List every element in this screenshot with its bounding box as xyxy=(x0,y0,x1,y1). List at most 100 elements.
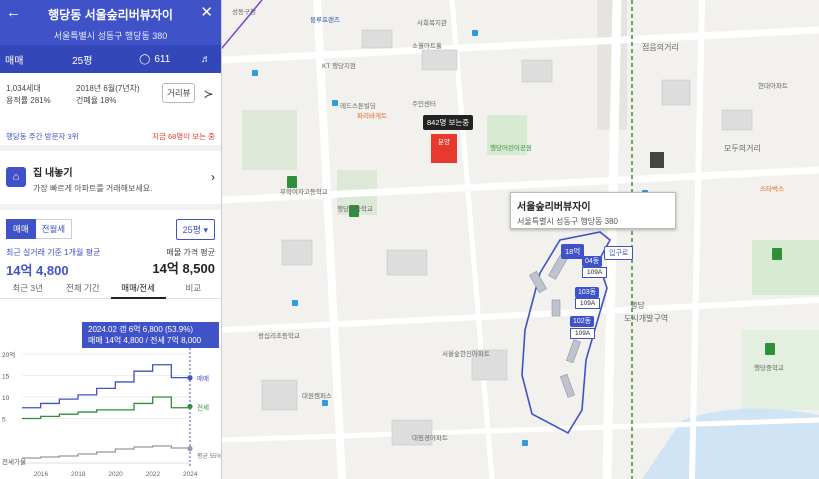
tab-sale[interactable]: 매매 xyxy=(6,219,36,239)
apartment-callout[interactable]: 서울숲리버뷰자이 서울특별시 성동구 행당동 380 xyxy=(510,192,676,229)
apartment-address: 서울특별시 성동구 행당동 380 xyxy=(53,31,168,41)
promo-title: 집 내놓기 xyxy=(33,168,73,179)
price-marker[interactable]: 18억 xyxy=(561,244,585,259)
map-label-hall: 소월아트홀 xyxy=(412,43,442,50)
map-label-starbucks: 스타벅스 xyxy=(760,186,784,193)
tooltip-line1: 2024.02 갭 6억 6,800 (53.9%) xyxy=(88,325,194,334)
tab-recent-3y[interactable]: 최근 3년 xyxy=(0,277,55,299)
ask-price-label: 매물 가격 평균 xyxy=(166,248,215,257)
entrance-button[interactable]: 입구로 xyxy=(604,246,634,260)
map-label-haengdang-school: 행당초등학교 xyxy=(337,206,373,213)
map-canvas[interactable] xyxy=(222,0,819,479)
households: 1,034세대 xyxy=(6,84,41,93)
share-icon[interactable]: ≻ xyxy=(203,87,213,123)
series-line-3 xyxy=(22,445,191,459)
x-tick-label: 2022 xyxy=(146,471,161,478)
map-label-seongdong-station: 성동구청 xyxy=(232,9,256,16)
chat-bubble-icon: ◯ xyxy=(139,53,151,65)
viewers-now[interactable]: 지금 68명이 보는 중 xyxy=(152,131,215,141)
ratio-average-label: 평균 55% xyxy=(197,452,222,460)
price-summary: 최근 실거래 기준 1개월 평균 14억 4,800 매물 가격 평균 14억 … xyxy=(0,241,221,278)
map-view[interactable]: 성동구청 블루프랜즈 사회복지관 KT 행당지점 소월아트홀 주민센터 레드스톤… xyxy=(222,0,819,479)
map-label-district: 도시개발구역 xyxy=(624,314,669,323)
price-chart[interactable]: 20억15105전세가율평균 55%2016 2018 2020 2022 2024매매… xyxy=(0,348,222,479)
coverage-ratio: 건폐율 18% xyxy=(76,96,117,105)
tooltip-line2: 매매 14억 4,800 / 전세 7억 8,000 xyxy=(88,336,202,345)
y-tick-label: 10 xyxy=(2,395,10,402)
building-type-103: 109A xyxy=(575,298,601,309)
area-select[interactable]: 25평 xyxy=(46,52,119,67)
road-view-button[interactable]: 거리뷰 xyxy=(162,83,196,103)
ask-price-value: 14억 8,500 xyxy=(152,261,215,276)
apartment-title: 행당동 서울숲리버뷰자이 xyxy=(48,8,173,22)
chat-count: 611 xyxy=(154,53,171,65)
map-label-welfare: 사회복지관 xyxy=(417,20,447,27)
series-line-1 xyxy=(22,364,191,409)
y-tick-label: 15 xyxy=(2,374,10,381)
y-tick-label: 20억 xyxy=(2,351,15,359)
y-tick-label: 5 xyxy=(2,417,6,424)
period-tabs: 최근 3년 전체 기간 매매/전세 비교 xyxy=(0,277,221,299)
building-type-102: 109A xyxy=(570,328,596,339)
map-label-haengdang: 행당 xyxy=(630,301,645,310)
presale-pin-label: 분양 xyxy=(438,139,450,146)
trade-tabs: 매매 전월세 25평 ▾ xyxy=(0,210,221,241)
area-dropdown-label: 25평 xyxy=(182,224,201,235)
sell-home-banner[interactable]: ⌂ 집 내놓기 가장 빠르게 아파트를 거래해보세요. › xyxy=(0,151,221,210)
map-label-muhak: 무학여자고등학교 xyxy=(280,189,328,196)
series-point-1 xyxy=(187,375,193,381)
map-label-daewon: 대원캠퍼스 xyxy=(302,393,332,400)
caret-down-icon: ▾ xyxy=(203,224,208,235)
tab-jeonse[interactable]: 전월세 xyxy=(35,219,73,239)
tab-compare[interactable]: 비교 xyxy=(166,277,221,299)
bell-icon[interactable]: ♬ xyxy=(191,54,221,65)
weekly-rank: 행당동 주간 방문자 3위 xyxy=(6,132,79,141)
tab-all-period[interactable]: 전체 기간 xyxy=(55,277,110,299)
area-dropdown[interactable]: 25평 ▾ xyxy=(175,218,215,240)
map-label-square: 모두의거리 xyxy=(724,144,761,153)
x-tick-label: 2024 xyxy=(183,471,198,478)
x-tick-label: 2020 xyxy=(108,471,123,478)
promo-subtitle: 가장 빠르게 아파트를 거래해보세요. xyxy=(33,184,153,193)
chevron-right-icon: › xyxy=(211,170,215,184)
building-marker-102[interactable]: 102동 xyxy=(570,316,595,327)
map-label-park: 행당어린이공원 xyxy=(490,145,532,152)
map-label-kt: KT 행당지점 xyxy=(322,63,356,70)
built-date: 2018년 6월(7년차) xyxy=(76,84,140,93)
floor-area-ratio: 용적률 281% xyxy=(6,96,51,105)
map-label-wangsimni-school: 왕십리초등학교 xyxy=(258,333,300,340)
chart-tooltip: 2024.02 갭 6억 6,800 (53.9%) 매매 14억 4,800 … xyxy=(82,322,219,348)
map-label-hanjin: 서울숲한진아파트 xyxy=(442,351,490,358)
map-label-youth-street: 점음의거리 xyxy=(642,43,679,52)
complex-info: 1,034세대 용적률 281% 2018년 6월(7년차) 건폐율 18% 거… xyxy=(0,73,221,123)
tab-sale-jeonse[interactable]: 매매/전세 xyxy=(110,277,166,299)
chat-button[interactable]: ◯ 611 xyxy=(119,54,192,65)
series-point-2 xyxy=(187,403,193,410)
detail-panel: ← 행당동 서울숲리버뷰자이 ✕ 서울특별시 성동구 행당동 380 매매 25… xyxy=(0,0,222,479)
recent-price-label: 최근 실거래 기준 1개월 평균 xyxy=(6,248,101,257)
series-point-3 xyxy=(187,446,193,452)
house-icon: ⌂ xyxy=(6,167,26,187)
deal-type-select[interactable]: 매매 xyxy=(0,52,46,67)
viewers-pin[interactable]: 842명 보는중 xyxy=(423,115,474,130)
map-label-daerim: 대림경아파트 xyxy=(412,435,448,442)
building-marker-104[interactable]: 04동 xyxy=(582,256,603,267)
map-label-middle-school: 행당중학교 xyxy=(754,365,784,372)
map-label-paris: 파리바게트 xyxy=(357,113,387,120)
callout-address: 서울특별시 성동구 행당동 380 xyxy=(517,217,618,226)
callout-name: 서울숲리버뷰자이 xyxy=(517,202,591,213)
series-label-1: 매매 xyxy=(197,375,209,383)
sub-bar: 매매 25평 ◯ 611 ♬ xyxy=(0,45,221,73)
map-label-redstone: 레드스톤빌딩 xyxy=(340,103,376,110)
presale-pin[interactable]: 분양 xyxy=(431,134,457,163)
x-tick-label: 2016 xyxy=(34,471,49,478)
series-label-2: 전세 xyxy=(197,402,209,411)
series-line-2 xyxy=(22,396,191,420)
map-label-community-center: 주민센터 xyxy=(412,101,436,108)
map-label-bluefriends: 블루프랜즈 xyxy=(310,17,340,24)
x-tick-label: 2018 xyxy=(71,471,86,478)
close-icon[interactable]: ✕ xyxy=(200,5,213,20)
building-marker-103[interactable]: 103동 xyxy=(575,287,600,298)
visitor-rank: 행당동 주간 방문자 3위 지금 68명이 보는 중 xyxy=(0,123,221,151)
map-label-hyundai: 현대아파트 xyxy=(758,83,788,90)
